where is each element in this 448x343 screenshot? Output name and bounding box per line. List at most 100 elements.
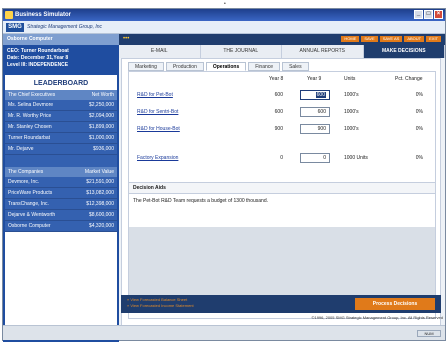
exec-name: Mr. R. Worthy Price	[8, 113, 52, 119]
status-bar: NUM	[3, 325, 445, 340]
exec-value: $1,899,000	[88, 124, 114, 130]
tab-marketing[interactable]: Marketing	[128, 62, 164, 71]
home-button[interactable]: HOME	[341, 36, 360, 42]
companies-header-label: The Companies	[8, 169, 44, 175]
row-label[interactable]: R&D for House-Bot	[137, 126, 180, 132]
list-item: Mr. Dejarve $936,000	[5, 144, 117, 155]
num-lock-indicator: NUM	[417, 330, 441, 337]
decisions-content: Marketing Production Operations Finance …	[121, 58, 441, 326]
decision-aids-text: The Pet-Bot R&D Team requests a budget o…	[133, 198, 268, 204]
company-header: The Companies Market Value	[5, 167, 117, 177]
decision-aids-title: Decision Aids	[129, 183, 435, 194]
tab-production[interactable]: Production	[165, 62, 204, 71]
exec-value: $2,250,000	[88, 102, 114, 108]
save-as-button[interactable]: SAVE AS	[379, 36, 403, 42]
tab-journal[interactable]: THE JOURNAL	[200, 45, 282, 58]
year8-header: Year 8	[269, 76, 284, 82]
pct-change-value: 0%	[415, 109, 423, 115]
year9-input[interactable]: 900	[300, 124, 330, 134]
nav-dots: •••	[123, 36, 130, 42]
process-decisions-button[interactable]: Process Decisions	[355, 298, 435, 310]
exec-value: $2,094,000	[88, 113, 114, 119]
year9-input[interactable]: 600	[300, 107, 330, 117]
tab-operations[interactable]: Operations	[205, 62, 247, 71]
pct-change-value: 0%	[415, 126, 423, 132]
tab-make-decisions[interactable]: MAKE DECISIONS	[363, 45, 445, 58]
row-label[interactable]: R&D for Sentri-Bot	[137, 109, 178, 115]
title-bar: Business Simulator _ □ ×	[3, 9, 445, 21]
table-row: R&D for Sentri-Bot 600 600 1000's 0%	[129, 106, 435, 120]
company-info: CEO: Turner Roundarboat Date: December 3…	[3, 45, 119, 75]
list-item: Turner Roundarbat $1,000,000	[5, 133, 117, 144]
copyright: ©1996, 2005 SMG Strategic Management Gro…	[311, 315, 443, 320]
company-item-name: Devmore, Inc.	[8, 179, 40, 185]
year8-value: 0	[280, 155, 283, 161]
list-item: Mr. R. Worthy Price $2,094,000	[5, 111, 117, 122]
app-window: Business Simulator _ □ × SMG Strategic M…	[2, 8, 446, 342]
company-item-value: $4,320,000	[88, 223, 114, 229]
exec-value: $1,000,000	[88, 135, 114, 141]
units-value: 1000 Units	[344, 155, 368, 161]
sidebar: Osborne Computer CEO: Turner Roundarboat…	[3, 34, 119, 342]
smg-logo: SMG	[6, 23, 24, 32]
leaderboard: LEADERBOARD The Chief Executives Net Wor…	[5, 75, 117, 325]
year9-input[interactable]: 0	[300, 153, 330, 163]
year9-input[interactable]: 600	[300, 90, 330, 100]
tab-annual-reports[interactable]: ANNUAL REPORTS	[282, 45, 364, 58]
year8-value: 600	[274, 92, 283, 98]
list-item: Osborne Computer $4,320,000	[5, 221, 117, 232]
window-controls: _ □ ×	[414, 10, 443, 19]
maximize-icon[interactable]: □	[424, 10, 433, 19]
window-title: Business Simulator	[15, 12, 72, 18]
minimize-icon[interactable]: _	[414, 10, 423, 19]
units-value: 1000's	[344, 126, 359, 132]
tab-email[interactable]: E-MAIL	[119, 45, 201, 58]
company-item-name: Dejarve & Wentworth	[8, 212, 56, 218]
exec-name: Turner Roundarbat	[8, 135, 51, 141]
app-icon	[5, 11, 13, 19]
row-label[interactable]: Factory Expansion	[137, 155, 178, 161]
about-button[interactable]: ABOUT	[404, 36, 425, 42]
units-header: Units	[344, 76, 356, 82]
save-button[interactable]: SAVE	[361, 36, 378, 42]
company-item-name: TransChange, Inc.	[8, 201, 49, 207]
list-item: TransChange, Inc. $12,398,000	[5, 199, 117, 210]
tab-finance[interactable]: Finance	[248, 62, 281, 71]
table-row: R&D for House-Bot 900 900 1000's 0%	[129, 123, 435, 137]
exec-name: Mr. Stanley Chosen	[8, 124, 52, 130]
exec-header: The Chief Executives Net Worth	[5, 90, 117, 100]
tab-sales[interactable]: Sales	[282, 62, 309, 71]
leaderboard-spacer	[5, 155, 117, 167]
list-item: Dejarve & Wentworth $8,600,000	[5, 210, 117, 221]
year9-header: Year 9	[307, 76, 322, 82]
company-name: Osborne Computer	[3, 34, 119, 45]
current-date: Date: December 31,Year 8	[7, 55, 69, 61]
list-item: Devmore, Inc. $21,591,000	[5, 177, 117, 188]
units-value: 1000's	[344, 92, 359, 98]
top-marker: •	[224, 1, 226, 7]
pct-change-value: 0%	[415, 155, 423, 161]
logo-bar: SMG Strategic Management Group, Inc	[3, 21, 445, 34]
pct-change-header: Pct. Change	[395, 76, 423, 82]
exec-name: Mr. Dejarve	[8, 146, 34, 152]
ceo-name: CEO: Turner Roundarboat	[7, 48, 69, 54]
company-item-name: Osborne Computer	[8, 223, 51, 229]
year8-value: 600	[274, 109, 283, 115]
year8-value: 900	[274, 126, 283, 132]
pct-change-value: 0%	[415, 92, 423, 98]
exec-header-label: The Chief Executives	[8, 92, 56, 98]
row-label[interactable]: R&D for Pet-Bot	[137, 92, 173, 98]
company-logo-text: Strategic Management Group, Inc	[27, 24, 103, 30]
top-nav-buttons: HOME SAVE SAVE AS ABOUT EXIT	[341, 36, 441, 42]
company-item-name: PriceWare Products	[8, 190, 53, 196]
exit-button[interactable]: EXIT	[426, 36, 441, 42]
list-item: PriceWare Products $13,082,000	[5, 188, 117, 199]
close-icon[interactable]: ×	[434, 10, 443, 19]
table-row: R&D for Pet-Bot 600 600 1000's 0%	[129, 89, 435, 103]
table-row: Factory Expansion 0 0 1000 Units 0%	[129, 152, 435, 166]
list-item: Mr. Stanley Chosen $1,899,000	[5, 122, 117, 133]
decision-aids: Decision Aids The Pet-Bot R&D Team reque…	[129, 182, 435, 227]
year9-input-value: 600	[315, 92, 326, 98]
company-item-value: $21,591,000	[86, 179, 114, 185]
income-statement-link[interactable]: » View Forecasted Income Statement	[127, 303, 194, 309]
